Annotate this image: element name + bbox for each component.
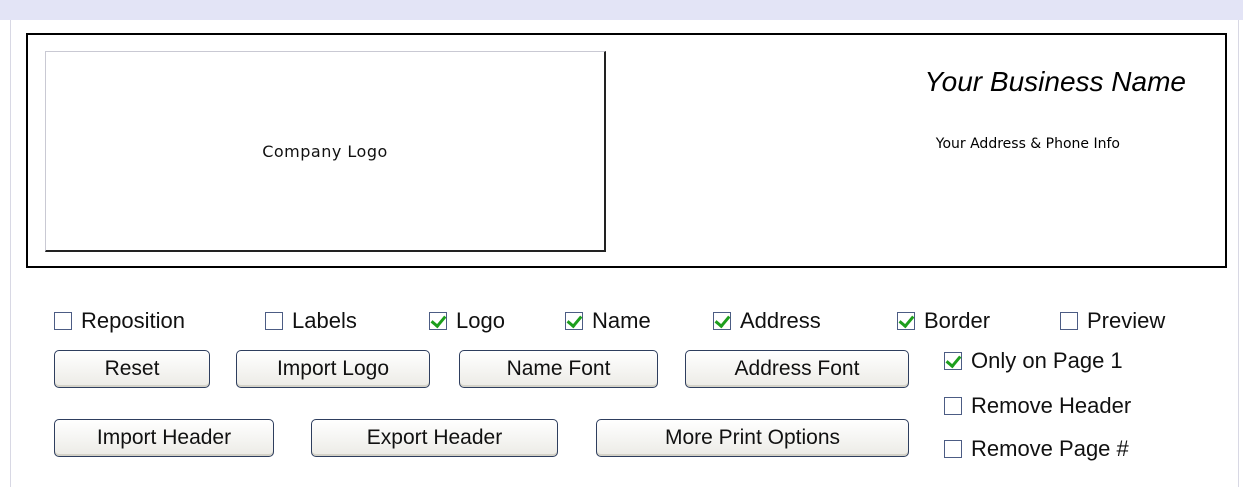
only-on-page-1-checkbox-box[interactable]: [944, 352, 962, 370]
reposition-checkbox-box[interactable]: [54, 312, 72, 330]
address-checkbox[interactable]: Address: [713, 308, 821, 334]
name-checkbox[interactable]: Name: [565, 308, 651, 334]
remove-page-number-checkbox-box[interactable]: [944, 440, 962, 458]
company-logo-placeholder[interactable]: Company Logo: [45, 51, 606, 252]
remove-header-checkbox[interactable]: Remove Header: [944, 393, 1131, 419]
remove-page-number-label: Remove Page #: [971, 436, 1129, 461]
address-font-button[interactable]: Address Font: [685, 350, 909, 388]
remove-header-label: Remove Header: [971, 393, 1132, 418]
border-checkbox[interactable]: Border: [897, 308, 990, 334]
labels-label: Labels: [292, 308, 357, 333]
preview-label: Preview: [1087, 308, 1166, 333]
preview-checkbox-box[interactable]: [1060, 312, 1078, 330]
logo-checkbox[interactable]: Logo: [429, 308, 505, 334]
labels-checkbox-box[interactable]: [265, 312, 283, 330]
name-font-button[interactable]: Name Font: [459, 350, 658, 388]
logo-checkbox-box[interactable]: [429, 312, 447, 330]
name-checkbox-box[interactable]: [565, 312, 583, 330]
only-on-page-1-checkbox[interactable]: Only on Page 1: [944, 348, 1123, 374]
company-logo-label: Company Logo: [262, 141, 388, 161]
import-header-button[interactable]: Import Header: [54, 419, 274, 457]
reposition-checkbox[interactable]: Reposition: [54, 308, 185, 334]
reset-button[interactable]: Reset: [54, 350, 210, 388]
name-label: Name: [592, 308, 651, 333]
window-top-strip: [0, 0, 1243, 20]
export-header-button[interactable]: Export Header: [311, 419, 558, 457]
preview-checkbox[interactable]: Preview: [1060, 308, 1165, 334]
business-name-text[interactable]: Your Business Name: [630, 66, 1186, 98]
remove-header-checkbox-box[interactable]: [944, 397, 962, 415]
reposition-label: Reposition: [81, 308, 185, 333]
border-label: Border: [924, 308, 991, 333]
left-border-line: [10, 20, 11, 487]
remove-page-number-checkbox[interactable]: Remove Page #: [944, 436, 1129, 462]
address-checkbox-box[interactable]: [713, 312, 731, 330]
more-print-options-button[interactable]: More Print Options: [596, 419, 909, 457]
border-checkbox-box[interactable]: [897, 312, 915, 330]
business-address-text[interactable]: Your Address & Phone Info: [770, 136, 1120, 152]
import-logo-button[interactable]: Import Logo: [236, 350, 430, 388]
labels-checkbox[interactable]: Labels: [265, 308, 357, 334]
only-on-page-1-label: Only on Page 1: [971, 348, 1123, 373]
address-label: Address: [740, 308, 821, 333]
logo-label: Logo: [456, 308, 505, 333]
right-border-line: [1238, 20, 1239, 487]
